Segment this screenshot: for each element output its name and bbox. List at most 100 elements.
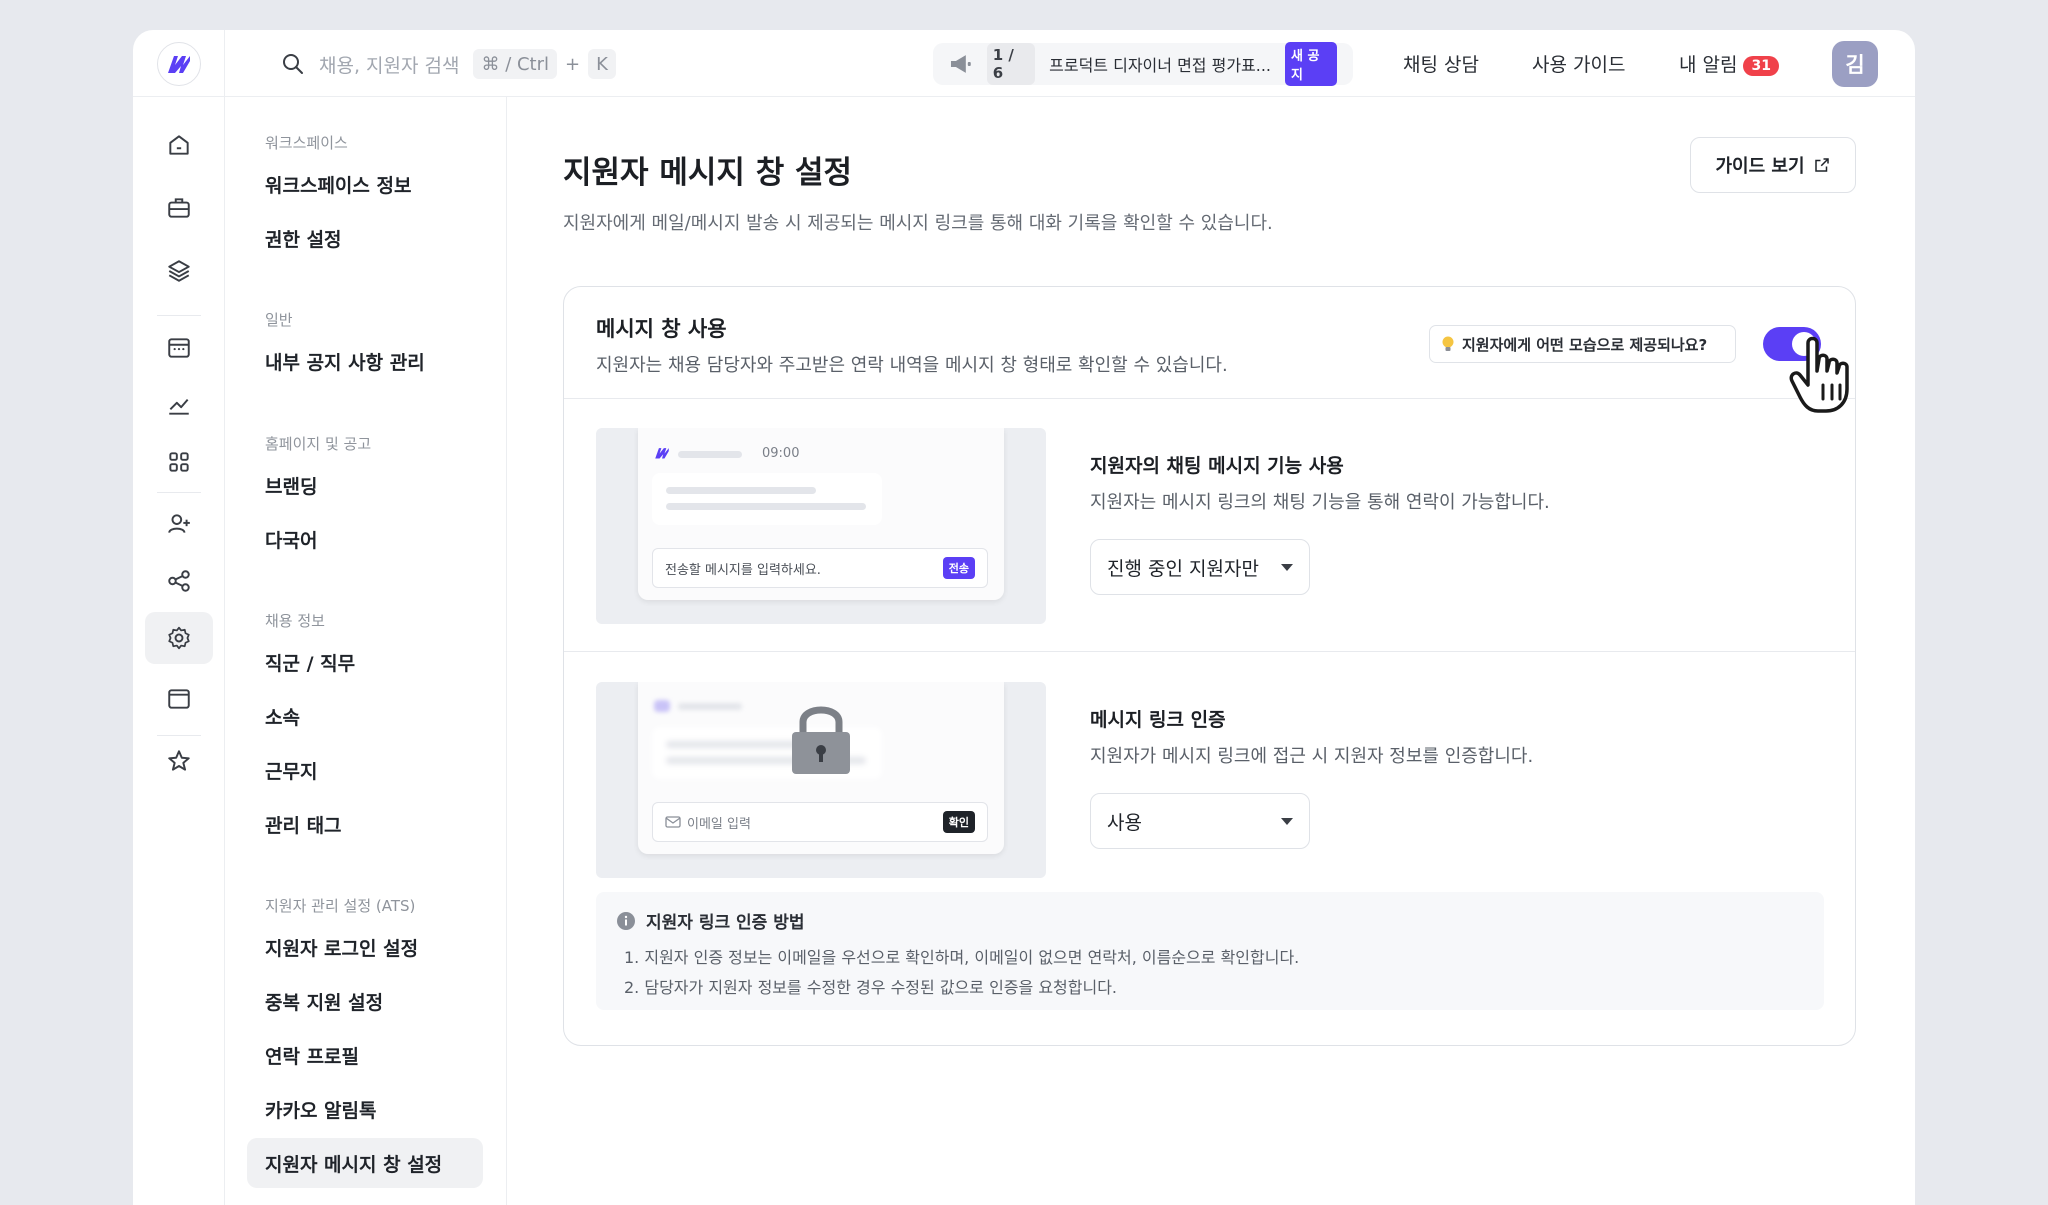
home-icon <box>169 135 189 155</box>
chat-target-select[interactable]: 진행 중인 지원자만 <box>1090 539 1310 595</box>
my-alarm-link[interactable]: 내 알림 31 <box>1679 50 1779 77</box>
nav-item-job-category[interactable]: 직군 / 직무 <box>247 637 483 687</box>
page-title: 지원자 메시지 창 설정 <box>563 155 853 191</box>
nav-item-workspace-info[interactable]: 워크스페이스 정보 <box>247 159 483 209</box>
rail-analytics[interactable] <box>145 379 213 431</box>
page-description: 지원자에게 메일/메시지 발송 시 제공되는 메시지 링크를 통해 대화 기록을… <box>563 213 1273 234</box>
shortcut-cmd-key: ⌘ / Ctrl <box>473 49 558 79</box>
star-icon <box>168 750 190 771</box>
rail-apps[interactable] <box>145 436 213 488</box>
rail-favorites[interactable] <box>145 735 213 787</box>
app-logo[interactable] <box>156 41 201 86</box>
settings-nav: 워크스페이스 워크스페이스 정보 권한 설정 일반 내부 공지 사항 관리 홈페… <box>225 97 507 1205</box>
rail-settings[interactable] <box>145 612 213 664</box>
apps-icon <box>169 452 189 472</box>
megaphone-icon <box>950 55 971 73</box>
nav-group-homepage: 홈페이지 및 공고 <box>265 435 372 453</box>
card-header: 메시지 창 사용 지원자는 채용 담당자와 주고받은 연락 내역을 메시지 창 … <box>564 287 1855 413</box>
preview-hint-button[interactable]: 지원자에게 어떤 모습으로 제공되나요? <box>1429 325 1736 363</box>
blurred-logo <box>654 700 670 712</box>
search-placeholder[interactable]: 채용, 지원자 검색 <box>319 51 459 78</box>
auth-info-box: 지원자 링크 인증 방법 1. 지원자 인증 정보는 이메일을 우선으로 확인하… <box>596 892 1824 1010</box>
layers-icon <box>168 260 190 282</box>
nav-item-affiliation[interactable]: 소속 <box>247 691 483 741</box>
brand-logo-icon <box>167 55 190 73</box>
nav-group-workspace: 워크스페이스 <box>265 134 348 152</box>
alarm-count-badge: 31 <box>1743 55 1779 76</box>
nav-item-multilanguage[interactable]: 다국어 <box>247 514 483 564</box>
preview-placeholder-line <box>678 703 742 710</box>
alarm-label: 내 알림 <box>1679 54 1738 76</box>
chevron-down-icon <box>1281 563 1293 571</box>
nav-item-duplicate-apply[interactable]: 중복 지원 설정 <box>247 976 483 1026</box>
preview-placeholder-line <box>666 503 866 510</box>
message-window-card: 메시지 창 사용 지원자는 채용 담당자와 주고받은 연락 내역을 메시지 창 … <box>563 286 1856 1046</box>
lightbulb-icon <box>1442 336 1454 351</box>
nav-item-workplace[interactable]: 근무지 <box>247 745 483 795</box>
new-notice-badge: 새 공지 <box>1285 42 1337 86</box>
auth-preview-illustration: 이메일 입력 확인 <box>596 682 1046 878</box>
rail-share[interactable] <box>145 555 213 607</box>
search-icon <box>283 54 303 74</box>
icon-rail <box>133 97 225 1205</box>
notice-banner[interactable]: 1 / 6 프로덕트 디자이너 면접 평가표... 새 공지 <box>933 42 1353 86</box>
chat-preview-bubble <box>652 473 882 525</box>
notice-text[interactable]: 프로덕트 디자이너 면접 평가표... <box>1049 52 1271 76</box>
user-guide-link[interactable]: 사용 가이드 <box>1532 50 1625 77</box>
shortcut-k-key: K <box>588 49 616 79</box>
mail-icon <box>665 816 681 828</box>
chat-preview-send: 전송 <box>942 557 975 579</box>
chat-preview-illustration: 09:00 전송할 메시지를 입력하세요. 전송 <box>596 428 1046 624</box>
preview-placeholder-line <box>666 487 816 494</box>
nav-item-branding[interactable]: 브랜딩 <box>247 460 483 510</box>
rail-home[interactable] <box>145 119 213 171</box>
auth-select[interactable]: 사용 <box>1090 793 1310 849</box>
global-search[interactable]: 채용, 지원자 검색 ⌘ / Ctrl + K <box>281 46 616 82</box>
chat-target-select-value: 진행 중인 지원자만 <box>1107 557 1259 580</box>
main-content: 지원자 메시지 창 설정 지원자에게 메일/메시지 발송 시 제공되는 메시지 … <box>507 97 1915 1205</box>
share-icon <box>168 570 190 592</box>
auth-info-title: 지원자 링크 인증 방법 <box>616 908 805 933</box>
card-description: 지원자는 채용 담당자와 주고받은 연락 내역을 메시지 창 형태로 확인할 수… <box>596 355 1228 376</box>
chart-icon <box>169 398 189 415</box>
view-guide-button[interactable]: 가이드 보기 <box>1690 137 1856 193</box>
chat-consult-link[interactable]: 채팅 상담 <box>1403 50 1479 77</box>
auth-feature-row: 이메일 입력 확인 메시지 링크 인증 지원자가 메시지 링크에 접근 시 지원… <box>564 652 1855 1047</box>
notice-count: 1 / 6 <box>986 43 1036 85</box>
nav-item-internal-notice[interactable]: 내부 공지 사항 관리 <box>247 336 483 386</box>
rail-user-add[interactable] <box>145 498 213 550</box>
nav-item-tags[interactable]: 관리 태그 <box>247 799 483 849</box>
nav-item-kakao-alimtalk[interactable]: 카카오 알림톡 <box>247 1084 483 1134</box>
shortcut-plus: + <box>565 53 581 75</box>
chat-feature-title: 지원자의 채팅 메시지 기능 사용 <box>1090 455 1344 477</box>
rail-window[interactable] <box>145 673 213 725</box>
chevron-down-icon <box>1281 817 1293 825</box>
auth-feature-description: 지원자가 메시지 링크에 접근 시 지원자 정보를 인증합니다. <box>1090 746 1534 767</box>
nav-item-applicant-login[interactable]: 지원자 로그인 설정 <box>247 922 483 972</box>
chat-preview-window: 09:00 전송할 메시지를 입력하세요. 전송 <box>638 428 1004 600</box>
rail-divider <box>157 315 201 316</box>
nav-group-ats: 지원자 관리 설정 (ATS) <box>265 897 416 915</box>
preview-placeholder-line <box>678 451 742 458</box>
window-icon <box>168 689 190 709</box>
chat-preview-input-text: 전송할 메시지를 입력하세요. <box>665 562 821 578</box>
nav-item-permissions[interactable]: 권한 설정 <box>247 213 483 263</box>
rail-jobs[interactable] <box>145 182 213 234</box>
rail-calendar[interactable] <box>145 322 213 374</box>
nav-group-general: 일반 <box>265 311 293 329</box>
calendar-icon <box>168 338 190 358</box>
nav-group-recruit-info: 채용 정보 <box>265 612 325 630</box>
auth-select-value: 사용 <box>1107 811 1142 834</box>
brand-logo-icon <box>655 448 669 459</box>
auth-info-line-2: 2. 담당자가 지원자 정보를 수정한 경우 수정된 값으로 인증을 요청합니다… <box>624 978 1118 997</box>
rail-layers[interactable] <box>145 245 213 297</box>
view-guide-label: 가이드 보기 <box>1715 156 1805 177</box>
external-link-icon <box>1814 158 1829 172</box>
auth-info-title-text: 지원자 링크 인증 방법 <box>646 913 805 933</box>
nav-item-contact-profile[interactable]: 연락 프로필 <box>247 1030 483 1080</box>
gear-icon <box>168 626 190 650</box>
nav-item-message-window[interactable]: 지원자 메시지 창 설정 <box>247 1138 483 1188</box>
card-title: 메시지 창 사용 <box>596 317 727 341</box>
avatar[interactable]: 김 <box>1832 41 1878 87</box>
auth-feature-title: 메시지 링크 인증 <box>1090 709 1226 731</box>
